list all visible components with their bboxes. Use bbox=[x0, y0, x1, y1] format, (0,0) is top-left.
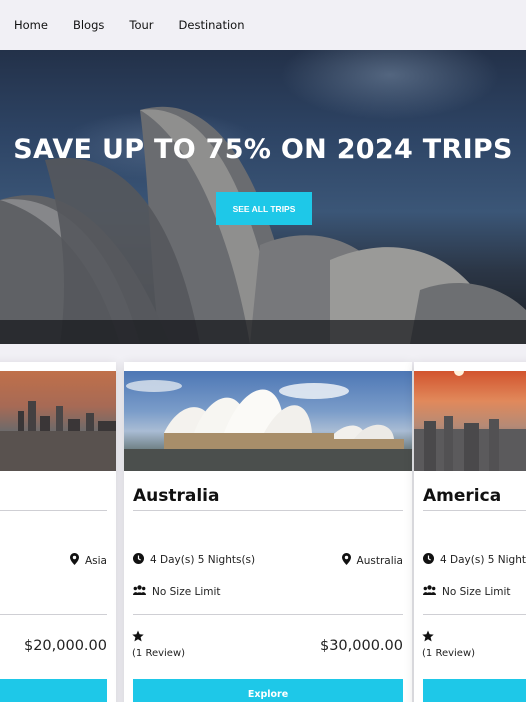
city-skyline-image bbox=[0, 401, 116, 471]
opera-house-image bbox=[124, 380, 412, 471]
trip-card-australia: Australia 4 Day(s) 5 Nights(s) Australia… bbox=[124, 362, 412, 702]
card-duration-label: 4 Day(s) 5 Nights(s) bbox=[150, 554, 256, 566]
clock-icon bbox=[133, 553, 144, 567]
card-group-size: No Size Limit bbox=[423, 585, 511, 598]
card-duration: 4 Day(s) 5 Nights(s) bbox=[423, 553, 526, 567]
hero-banner: SAVE UP TO 75% ON 2024 TRIPS SEE ALL TRI… bbox=[0, 50, 526, 344]
nav-item-destination[interactable]: Destination bbox=[179, 18, 245, 32]
card-divider bbox=[0, 614, 107, 615]
trip-card-asia: Asia $20,000.00 bbox=[0, 362, 116, 702]
card-location: Australia bbox=[341, 553, 403, 568]
city-sunset-image bbox=[414, 371, 526, 471]
card-group-size: No Size Limit bbox=[133, 585, 221, 598]
card-duration-label: 4 Day(s) 5 Nights(s) bbox=[440, 554, 526, 566]
card-divider bbox=[0, 510, 107, 511]
nav-item-tour[interactable]: Tour bbox=[129, 18, 153, 32]
card-location-label: Asia bbox=[84, 554, 107, 567]
card-divider bbox=[133, 510, 403, 511]
card-review-count: (1 Review) bbox=[422, 648, 476, 659]
card-location: Asia bbox=[69, 553, 107, 568]
card-image bbox=[124, 371, 412, 471]
card-duration: 4 Day(s) 5 Nights(s) bbox=[133, 553, 255, 567]
see-all-trips-button[interactable]: SEE ALL TRIPS bbox=[216, 192, 312, 225]
location-pin-icon bbox=[341, 553, 351, 568]
trip-card-america: America 4 Day(s) 5 Nights(s) No Size Lim… bbox=[414, 362, 526, 702]
group-icon bbox=[133, 585, 146, 598]
card-price: $20,000.00 bbox=[23, 638, 107, 654]
card-size-label: No Size Limit bbox=[442, 585, 511, 598]
card-rating: (1 Review) bbox=[422, 630, 475, 661]
card-divider bbox=[133, 614, 403, 615]
card-rating: (1 Review) bbox=[132, 630, 185, 661]
card-title: America bbox=[423, 486, 502, 506]
star-icon bbox=[422, 630, 434, 642]
explore-button[interactable] bbox=[423, 679, 526, 702]
explore-button[interactable] bbox=[0, 679, 107, 702]
nav-item-home[interactable]: Home bbox=[14, 18, 48, 32]
card-price: $30,000.00 bbox=[319, 638, 403, 654]
star-icon bbox=[132, 630, 144, 642]
card-title: Australia bbox=[133, 486, 220, 506]
card-divider bbox=[423, 510, 526, 511]
card-review-count: (1 Review) bbox=[132, 648, 186, 659]
location-pin-icon bbox=[69, 553, 79, 568]
trip-cards: Asia $20,000.00 Australia 4 Day(s) 5 Nig… bbox=[0, 344, 526, 702]
card-image bbox=[414, 371, 526, 471]
hero-title: SAVE UP TO 75% ON 2024 TRIPS bbox=[13, 134, 513, 165]
top-nav: Home Blogs Tour Destination bbox=[0, 0, 526, 50]
explore-button[interactable]: Explore bbox=[133, 679, 403, 702]
nav-item-blogs[interactable]: Blogs bbox=[73, 18, 104, 32]
clock-icon bbox=[423, 553, 434, 567]
card-location-label: Australia bbox=[356, 554, 403, 567]
card-image bbox=[0, 371, 116, 471]
card-divider bbox=[423, 614, 526, 615]
card-size-label: No Size Limit bbox=[152, 585, 221, 598]
group-icon bbox=[423, 585, 436, 598]
